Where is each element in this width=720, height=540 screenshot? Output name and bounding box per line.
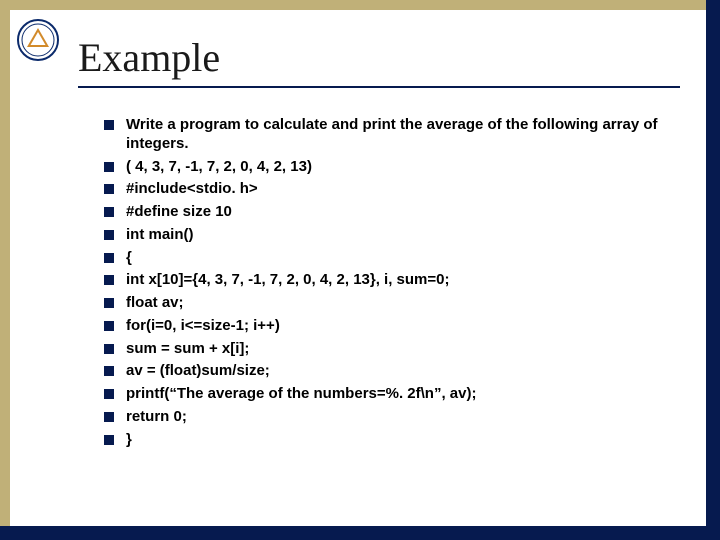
list-item: sum = sum + x[i];	[104, 340, 690, 359]
list-item-text: }	[126, 431, 132, 448]
list-item-text: int x[10]={4, 3, 7, -1, 7, 2, 0, 4, 2, 1…	[126, 271, 450, 288]
accent-bar-right	[706, 0, 720, 540]
slide-title: Example	[78, 34, 220, 81]
slide: Example Write a program to calculate and…	[0, 0, 720, 540]
list-item: int x[10]={4, 3, 7, -1, 7, 2, 0, 4, 2, 1…	[104, 271, 690, 290]
list-item: av = (float)sum/size;	[104, 362, 690, 381]
list-item-text: int main()	[126, 226, 194, 243]
accent-bar-left	[0, 0, 10, 540]
list-item: Write a program to calculate and print t…	[104, 116, 690, 154]
list-item-text: for(i=0, i<=size-1; i++)	[126, 317, 280, 334]
accent-bar-bottom	[0, 526, 720, 540]
list-item-text: av = (float)sum/size;	[126, 362, 270, 379]
list-item-text: #define size 10	[126, 203, 232, 220]
title-underline	[78, 86, 680, 88]
bullet-list: Write a program to calculate and print t…	[104, 116, 690, 453]
list-item-text: Write a program to calculate and print t…	[126, 116, 658, 152]
list-item: }	[104, 431, 690, 450]
list-item: #define size 10	[104, 203, 690, 222]
list-item-text: #include<stdio. h>	[126, 180, 258, 197]
list-item: #include<stdio. h>	[104, 180, 690, 199]
accent-bar-top	[0, 0, 720, 10]
logo-icon	[16, 18, 60, 62]
list-item: for(i=0, i<=size-1; i++)	[104, 317, 690, 336]
list-item-text: ( 4, 3, 7, -1, 7, 2, 0, 4, 2, 13)	[126, 158, 312, 175]
list-item: float av;	[104, 294, 690, 313]
list-item: ( 4, 3, 7, -1, 7, 2, 0, 4, 2, 13)	[104, 158, 690, 177]
list-item-text: float av;	[126, 294, 184, 311]
list-item: int main()	[104, 226, 690, 245]
list-item-text: {	[126, 249, 132, 266]
list-item: printf(“The average of the numbers=%. 2f…	[104, 385, 690, 404]
list-item-text: printf(“The average of the numbers=%. 2f…	[126, 385, 476, 402]
list-item-text: return 0;	[126, 408, 187, 425]
list-item-text: sum = sum + x[i];	[126, 340, 249, 357]
list-item: {	[104, 249, 690, 268]
list-item: return 0;	[104, 408, 690, 427]
